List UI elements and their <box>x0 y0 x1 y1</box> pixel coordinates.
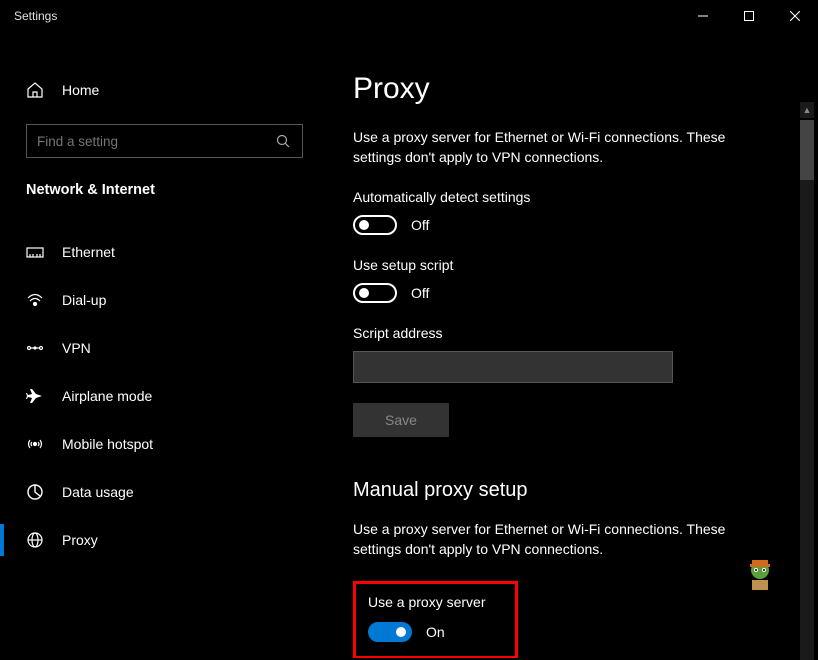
dialup-icon <box>26 291 44 309</box>
auto-detect-state: Off <box>411 217 429 233</box>
home-label: Home <box>62 82 99 98</box>
use-proxy-label: Use a proxy server <box>368 594 503 610</box>
highlight-box: Use a proxy server On <box>353 581 518 658</box>
close-button[interactable] <box>772 0 818 32</box>
sidebar-item-datausage[interactable]: Data usage <box>0 468 323 516</box>
main-pane: Proxy Use a proxy server for Ethernet or… <box>323 32 818 652</box>
home-icon <box>26 81 44 99</box>
manual-proxy-heading: Manual proxy setup <box>353 479 818 502</box>
search-input-wrap[interactable] <box>26 124 303 158</box>
sidebar-item-label: Proxy <box>62 532 98 548</box>
sidebar-item-proxy[interactable]: Proxy <box>0 516 323 564</box>
script-address-label: Script address <box>353 325 818 341</box>
window-title: Settings <box>14 9 57 23</box>
search-icon <box>274 132 292 150</box>
proxy-description: Use a proxy server for Ethernet or Wi-Fi… <box>353 128 763 167</box>
search-input[interactable] <box>37 134 274 149</box>
sidebar-item-label: Mobile hotspot <box>62 436 153 452</box>
save-button[interactable]: Save <box>353 403 449 437</box>
scrollbar-thumb[interactable] <box>800 120 814 180</box>
script-address-input[interactable] <box>353 351 673 383</box>
use-proxy-state: On <box>426 624 445 640</box>
sidebar-item-hotspot[interactable]: Mobile hotspot <box>0 420 323 468</box>
avatar <box>742 556 778 592</box>
setup-script-label: Use setup script <box>353 257 818 273</box>
hotspot-icon <box>26 435 44 453</box>
sidebar-item-ethernet[interactable]: Ethernet <box>0 228 323 276</box>
sidebar-item-label: VPN <box>62 340 91 356</box>
maximize-button[interactable] <box>726 0 772 32</box>
datausage-icon <box>26 483 44 501</box>
sidebar-item-label: Data usage <box>62 484 134 500</box>
setup-script-toggle[interactable] <box>353 283 397 303</box>
vpn-icon <box>26 339 44 357</box>
use-proxy-toggle[interactable] <box>368 622 412 642</box>
section-label: Network & Internet <box>0 182 323 198</box>
auto-detect-toggle[interactable] <box>353 215 397 235</box>
sidebar-item-vpn[interactable]: VPN <box>0 324 323 372</box>
page-title: Proxy <box>353 72 818 106</box>
sidebar: Home Network & Internet Ethernet Dial-up <box>0 32 323 652</box>
sidebar-item-label: Dial-up <box>62 292 106 308</box>
airplane-icon <box>26 387 44 405</box>
sidebar-item-label: Airplane mode <box>62 388 152 404</box>
proxy-icon <box>26 531 44 549</box>
scroll-up-arrow[interactable]: ▲ <box>800 102 814 118</box>
sidebar-item-airplane[interactable]: Airplane mode <box>0 372 323 420</box>
minimize-button[interactable] <box>680 0 726 32</box>
sidebar-item-label: Ethernet <box>62 244 115 260</box>
ethernet-icon <box>26 243 44 261</box>
manual-proxy-description: Use a proxy server for Ethernet or Wi-Fi… <box>353 520 763 559</box>
auto-detect-label: Automatically detect settings <box>353 189 818 205</box>
scrollbar[interactable] <box>800 120 814 660</box>
setup-script-state: Off <box>411 285 429 301</box>
sidebar-item-dialup[interactable]: Dial-up <box>0 276 323 324</box>
titlebar: Settings <box>0 0 818 32</box>
home-button[interactable]: Home <box>0 70 323 110</box>
